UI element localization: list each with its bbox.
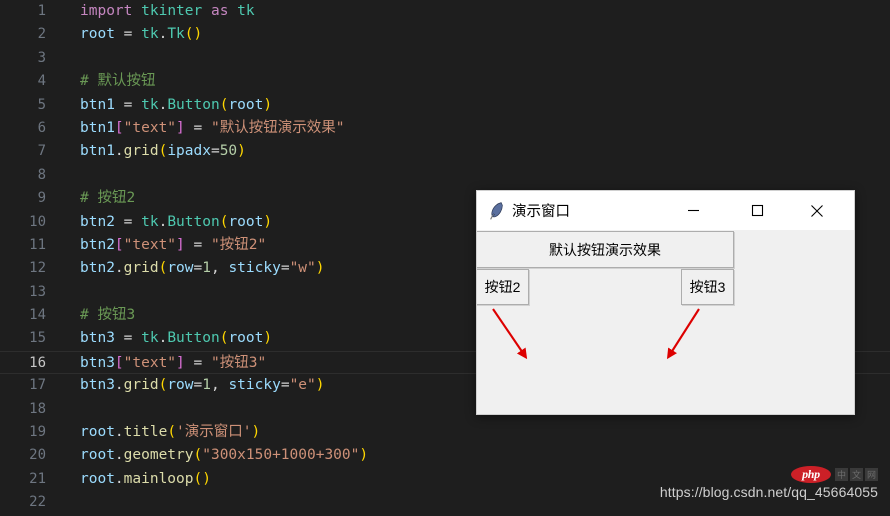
code-line-text: btn2 = tk.Button(root)	[80, 213, 273, 230]
tk-window-title: 演示窗口	[512, 204, 570, 220]
code-line[interactable]: 6 btn1["text"] = "默认按钮演示效果"	[0, 117, 890, 140]
maximize-icon[interactable]	[734, 191, 780, 230]
line-number: 6	[37, 119, 46, 136]
code-line-text: root.mainloop()	[80, 470, 211, 487]
line-number: 9	[37, 190, 46, 207]
minimize-icon[interactable]	[670, 191, 716, 230]
code-line[interactable]: 20 root.geometry("300x150+1000+300")	[0, 444, 890, 467]
code-line-text: btn3 = tk.Button(root)	[80, 330, 273, 347]
code-line-text: import tkinter as tk	[80, 3, 255, 19]
tk-button-btn1-label: 默认按钮演示效果	[549, 241, 661, 258]
tk-button-btn3[interactable]: 按钮3	[681, 269, 734, 305]
code-line-text: btn3["text"] = "按钮3"	[80, 354, 267, 371]
line-number: 16	[29, 354, 46, 371]
watermark-url: https://blog.csdn.net/qq_45664055	[659, 484, 878, 500]
line-number: 14	[29, 307, 46, 324]
line-number: 20	[29, 447, 46, 464]
screenshot-root: 1 import tkinter as tk 2 root = tk.Tk() 3 4 # …	[0, 0, 890, 516]
annotation-label-e: e	[658, 413, 664, 414]
code-line[interactable]: 19 root.title('演示窗口')	[0, 421, 890, 444]
code-line[interactable]: 3	[0, 47, 890, 70]
annotation-label-w: w	[531, 413, 541, 414]
line-number: 12	[29, 260, 46, 277]
line-number: 3	[37, 49, 46, 66]
tkinter-demo-window[interactable]: 演示窗口 默认按钮演示效果 按钮2 按钮3	[476, 190, 855, 415]
feather-icon	[487, 201, 505, 221]
cn-boxes: 中文网	[835, 468, 878, 481]
code-line-text: btn1 = tk.Button(root)	[80, 96, 273, 113]
code-line-text: btn2.grid(row=1, sticky="w")	[80, 260, 325, 277]
php-logo-icon: php	[791, 466, 831, 483]
line-number: 13	[29, 283, 46, 300]
watermark-badges: php 中文网	[791, 466, 878, 483]
line-number: 5	[37, 96, 46, 113]
code-line-text: # 按钮3	[80, 307, 136, 324]
line-number: 8	[37, 166, 46, 183]
code-line-text: root.title('演示窗口')	[80, 424, 261, 441]
line-number: 22	[29, 494, 46, 511]
watermark-cn-box: 文	[850, 468, 863, 481]
tk-button-btn1[interactable]: 默认按钮演示效果	[477, 231, 734, 268]
tk-window-client-area: 默认按钮演示效果 按钮2 按钮3 w e	[477, 231, 854, 414]
line-number: 17	[29, 377, 46, 394]
line-number: 2	[37, 26, 46, 43]
tk-window-titlebar[interactable]: 演示窗口	[477, 191, 854, 231]
line-number: 11	[29, 236, 46, 253]
code-line-text: root.geometry("300x150+1000+300")	[80, 447, 369, 464]
watermark-cn-box: 网	[865, 468, 878, 481]
code-line-text: btn2["text"] = "按钮2"	[80, 236, 267, 253]
line-number: 4	[37, 73, 46, 90]
line-number: 18	[29, 400, 46, 417]
line-number: 21	[29, 470, 46, 487]
code-line-text: # 默认按钮	[80, 73, 156, 90]
code-line-text: btn1.grid(ipadx=50)	[80, 143, 246, 160]
line-number: 19	[29, 424, 46, 441]
code-line-text: btn3.grid(row=1, sticky="e")	[80, 377, 325, 394]
line-number: 10	[29, 213, 46, 230]
code-line-text: # 按钮2	[80, 190, 136, 207]
code-line-text: btn1["text"] = "默认按钮演示效果"	[80, 119, 345, 136]
line-number: 15	[29, 330, 46, 347]
tk-button-btn3-label: 按钮3	[689, 279, 726, 295]
tk-button-btn2[interactable]: 按钮2	[477, 269, 529, 305]
code-line-text: root = tk.Tk()	[80, 26, 203, 43]
code-line[interactable]: 2 root = tk.Tk()	[0, 23, 890, 46]
close-icon[interactable]	[794, 191, 840, 230]
code-line[interactable]: 4 # 默认按钮	[0, 70, 890, 93]
line-number: 7	[37, 143, 46, 160]
line-number: 1	[37, 3, 46, 19]
tk-button-btn2-label: 按钮2	[484, 279, 521, 295]
code-line[interactable]: 7 btn1.grid(ipadx=50)	[0, 140, 890, 163]
watermark-cn-box: 中	[835, 468, 848, 481]
code-line[interactable]: 8	[0, 164, 890, 187]
code-line[interactable]: 5 btn1 = tk.Button(root)	[0, 94, 890, 117]
watermark: https://blog.csdn.net/qq_45664055 php 中文…	[659, 466, 878, 500]
code-line[interactable]: 1 import tkinter as tk	[0, 0, 890, 23]
